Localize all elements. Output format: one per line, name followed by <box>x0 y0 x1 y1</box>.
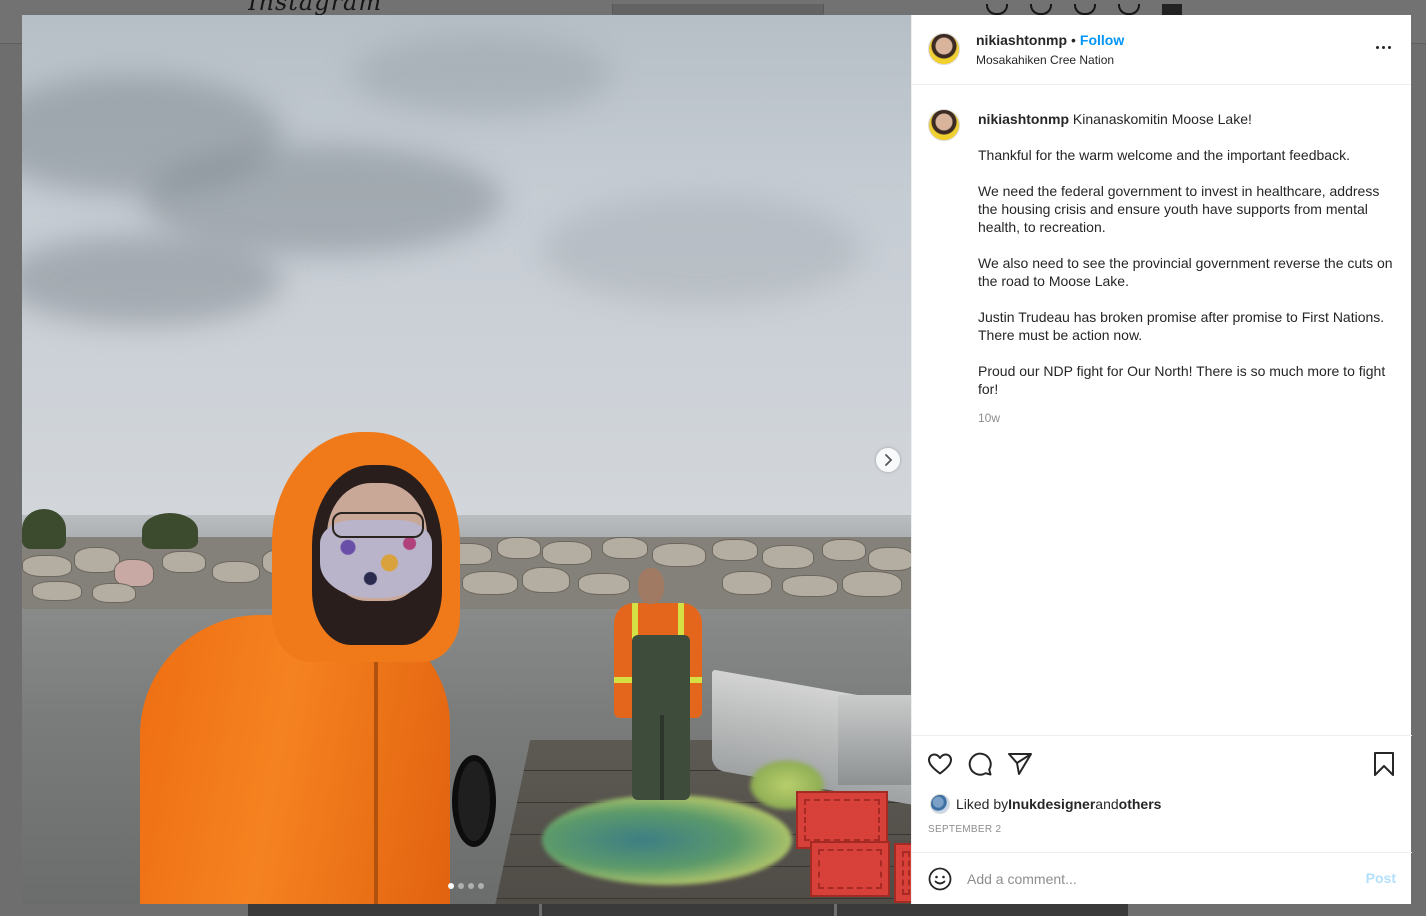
author-username[interactable]: nikiashtonmp <box>976 32 1067 48</box>
background-activity-icon <box>1118 4 1140 15</box>
caption-first-line: Kinanaskomitin Moose Lake! <box>1069 111 1252 127</box>
emoji-button[interactable] <box>928 867 952 891</box>
post-comment-button[interactable]: Post <box>1366 870 1396 886</box>
post-photo[interactable] <box>22 15 911 904</box>
bookmark-icon <box>1374 752 1394 776</box>
caption-paragraph: Proud our NDP fight for Our North! There… <box>978 363 1386 397</box>
share-button[interactable] <box>1006 750 1034 778</box>
carousel-dots <box>448 883 484 889</box>
comment-bubble-icon <box>968 752 992 776</box>
caption-paragraph: We need the federal government to invest… <box>978 183 1380 235</box>
background-explore-icon <box>1074 4 1096 15</box>
carousel-dot <box>468 883 474 889</box>
likes-prefix: Liked by <box>956 796 1009 812</box>
author-avatar[interactable] <box>928 33 960 65</box>
more-options-dot <box>1388 46 1391 49</box>
chevron-right-icon <box>885 454 893 466</box>
red-crate-lower <box>810 841 890 897</box>
post-side-panel: nikiashtonmp • Follow Mosakahiken Cree N… <box>911 15 1412 904</box>
red-crate-edge <box>894 843 911 903</box>
dock-tire <box>452 755 496 847</box>
post-header: nikiashtonmp • Follow Mosakahiken Cree N… <box>912 15 1411 85</box>
comment-bar: Post <box>912 852 1412 904</box>
background-direct-icon <box>1030 4 1052 15</box>
liker-username[interactable]: Inukdesigner <box>1008 796 1095 812</box>
header-separator: • <box>1071 32 1076 48</box>
comment-button[interactable] <box>966 750 994 778</box>
background-logo: Instagram <box>248 0 383 15</box>
paper-plane-icon <box>1008 753 1032 775</box>
emoji-icon <box>928 867 952 891</box>
boat-stern <box>838 695 911 785</box>
post-date[interactable]: SEPTEMBER 2 <box>928 824 1001 835</box>
likes-middle: and <box>1095 796 1119 812</box>
background-home-icon <box>986 4 1008 15</box>
background-grid <box>248 904 1128 916</box>
more-options-dot <box>1382 46 1385 49</box>
caption-text: nikiashtonmp Kinanaskomitin Moose Lake! … <box>978 110 1398 416</box>
fisherman-head <box>638 568 664 604</box>
save-button[interactable] <box>1370 750 1398 778</box>
likes-summary: Liked by Inukdesigner and others <box>930 794 1161 814</box>
caption-avatar[interactable] <box>928 109 960 141</box>
liker-avatar[interactable] <box>930 794 950 814</box>
hoodie-zipper <box>374 635 378 904</box>
more-options-button[interactable] <box>1376 40 1391 55</box>
carousel-dot <box>458 883 464 889</box>
caption-area: nikiashtonmp Kinanaskomitin Moose Lake! … <box>912 86 1412 735</box>
more-options-icon <box>1376 46 1379 49</box>
caption-username[interactable]: nikiashtonmp <box>978 111 1069 127</box>
post-location[interactable]: Mosakahiken Cree Nation <box>976 53 1114 67</box>
rock-breakwater <box>22 509 911 609</box>
post-actions: Liked by Inukdesigner and others SEPTEMB… <box>912 735 1412 903</box>
heart-icon <box>928 753 952 775</box>
glasses <box>332 512 424 538</box>
carousel-dot <box>448 883 454 889</box>
caption-paragraph: We also need to see the provincial gover… <box>978 255 1393 289</box>
follow-button[interactable]: Follow <box>1080 32 1124 48</box>
fishing-net <box>542 795 792 885</box>
post-modal: nikiashtonmp • Follow Mosakahiken Cree N… <box>22 15 1412 904</box>
likes-others-link[interactable]: others <box>1119 796 1162 812</box>
caption-paragraph: Thankful for the warm welcome and the im… <box>978 147 1350 163</box>
caption-paragraph: Justin Trudeau has broken promise after … <box>978 309 1385 343</box>
like-button[interactable] <box>926 750 954 778</box>
caption-time-ago[interactable]: 10w <box>978 411 1000 425</box>
carousel-dot <box>478 883 484 889</box>
fisherman-leg-gap <box>660 715 664 800</box>
comment-input[interactable] <box>967 867 1347 891</box>
next-photo-button[interactable] <box>876 448 900 472</box>
